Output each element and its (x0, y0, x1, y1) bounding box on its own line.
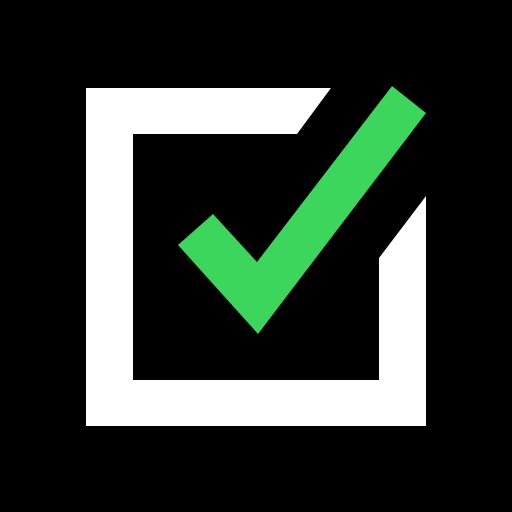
checkbox-checked-icon (0, 0, 512, 512)
app-icon (0, 0, 512, 512)
icon-background (0, 0, 512, 512)
